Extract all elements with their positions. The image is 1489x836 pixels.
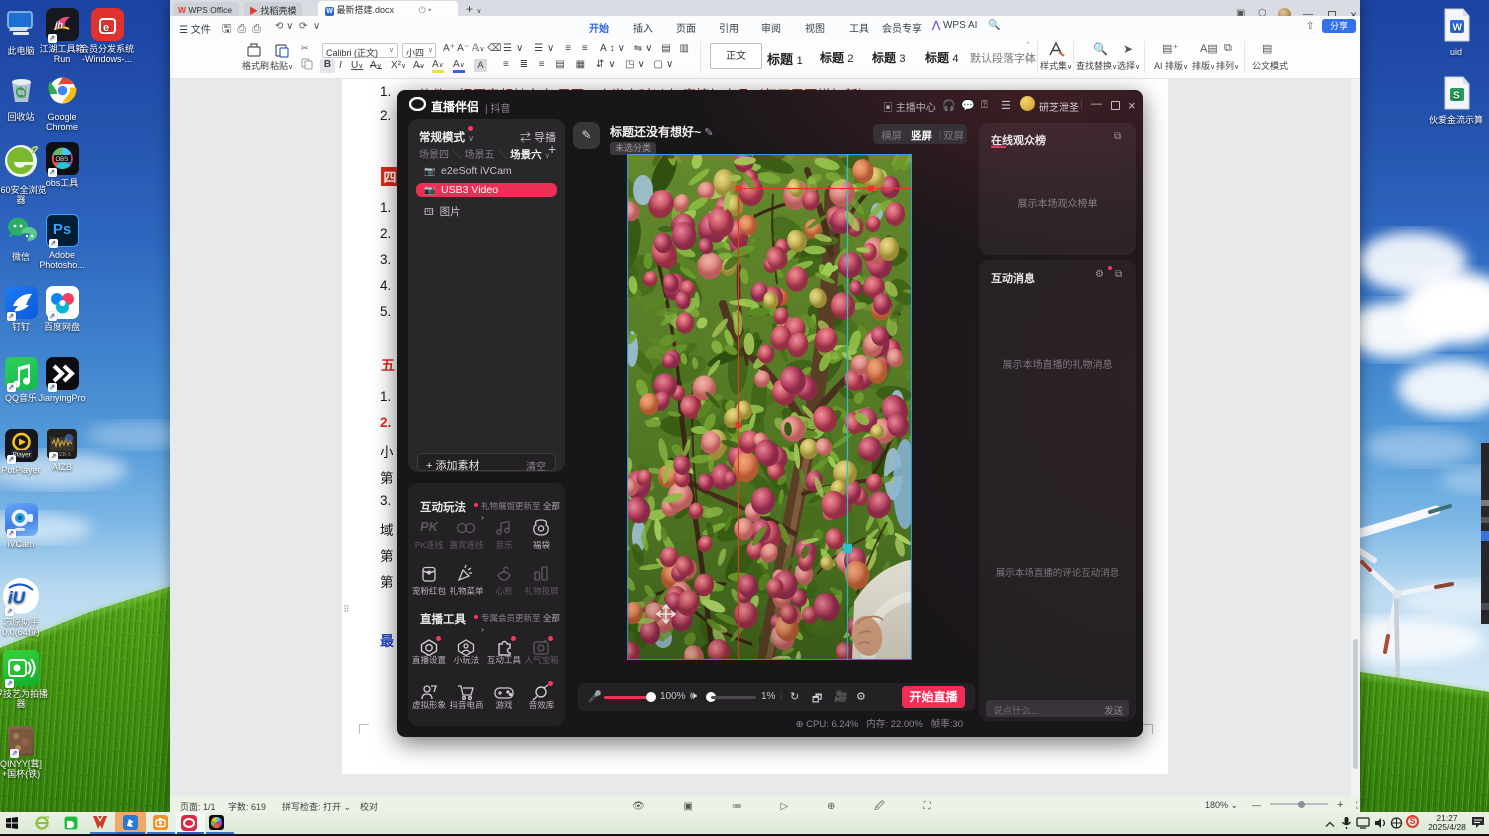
svg-text:iU: iU <box>8 588 26 607</box>
svg-text:jh: jh <box>54 20 64 30</box>
svg-text:S: S <box>1453 91 1460 102</box>
svg-text:e: e <box>103 22 109 34</box>
svg-text:OBS: OBS <box>55 157 68 163</box>
svg-text:W: W <box>1453 23 1463 34</box>
